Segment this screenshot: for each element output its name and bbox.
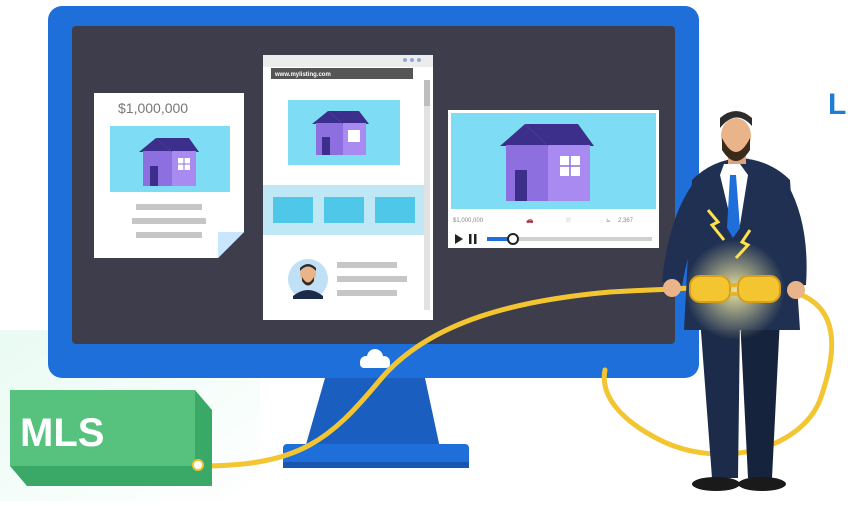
monitor-stand [283,378,469,468]
illustration: L $1,000,000 www.mylisting.com $1,000,00… [0,0,848,501]
flyer-price: $1,000,000 [118,100,188,116]
mls-label: MLS [20,411,104,455]
listing-webpage: www.mylisting.com [263,55,433,320]
pause-icon [469,234,472,244]
car-icon: 🚗 [526,218,534,224]
video-price: $1,000,000 [453,218,484,224]
bath-icon: ⛆ [566,217,571,224]
area-icon: ⊾ [606,218,611,224]
house-icon [500,124,594,201]
stat-count: 2,367 [618,218,634,224]
listing-video: $1,000,000 🚗 ⛆ ⊾ 2,367 [448,110,659,248]
url-text: www.mylisting.com [274,72,331,78]
progress-handle [507,233,519,245]
headline-fragment: L [828,88,846,121]
house-icon [312,111,369,155]
scrollbar [424,80,430,310]
house-icon [139,138,199,186]
mls-box: MLS [10,390,212,486]
listing-flyer: $1,000,000 [94,93,244,258]
